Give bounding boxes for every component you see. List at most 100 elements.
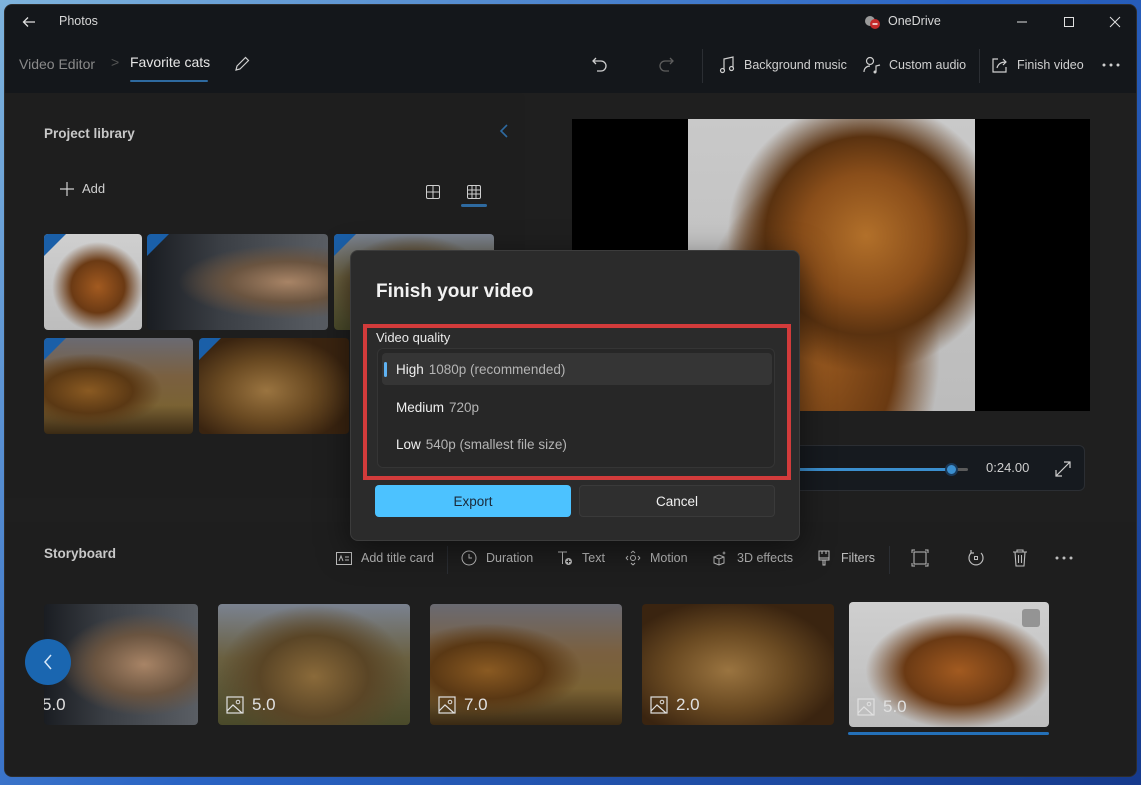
large-grid-view-icon[interactable] — [424, 183, 442, 201]
toolbar-separator — [702, 49, 703, 83]
plus-icon — [60, 181, 74, 196]
storyboard-clip[interactable]: 5.0 — [218, 604, 410, 725]
add-title-card-label: Add title card — [361, 551, 434, 565]
add-media-button[interactable]: Add — [60, 181, 105, 196]
motion-label: Motion — [650, 551, 688, 565]
clip-duration: 2.0 — [650, 695, 700, 715]
storyboard-clip[interactable]: 2.0 — [642, 604, 834, 725]
title-bar: Photos OneDrive — [5, 5, 1136, 39]
storyboard-clip-selected[interactable]: 5.0 — [849, 602, 1049, 727]
minimize-button[interactable] — [1002, 9, 1042, 35]
quality-name: Medium — [396, 399, 445, 415]
crop-icon[interactable] — [909, 547, 931, 569]
maximize-button[interactable] — [1049, 9, 1089, 35]
quality-option-high[interactable]: High 1080p (recommended) — [382, 353, 772, 385]
library-item-tiger[interactable] — [44, 234, 142, 330]
video-quality-label: Video quality — [376, 330, 451, 345]
text-button[interactable]: Text — [556, 548, 605, 568]
undo-icon[interactable] — [589, 53, 611, 75]
rotate-icon[interactable] — [965, 547, 987, 569]
add-label: Add — [82, 181, 106, 196]
add-title-card-button[interactable]: Add title card — [335, 548, 434, 568]
onedrive-label[interactable]: OneDrive — [888, 14, 941, 28]
3d-effects-label: 3D effects — [737, 551, 794, 565]
scroll-left-button[interactable] — [25, 639, 71, 685]
clip-select-checkbox[interactable] — [1022, 609, 1040, 627]
quality-description: 720p — [449, 399, 480, 415]
breadcrumb-active-indicator — [130, 80, 208, 82]
motion-icon — [624, 549, 642, 567]
quality-option-low[interactable]: Low 540p (smallest file size) — [382, 428, 772, 460]
3d-effects-button[interactable]: 3D effects — [711, 548, 793, 568]
clip-duration-value: 2.0 — [676, 695, 700, 714]
breadcrumb-video-editor[interactable]: Video Editor — [19, 56, 95, 72]
music-note-icon — [718, 56, 736, 74]
pencil-icon[interactable] — [231, 53, 253, 75]
playback-time: 0:24.00 — [986, 460, 1030, 475]
more-options-icon[interactable] — [1099, 55, 1123, 75]
breadcrumb-separator: > — [111, 54, 120, 70]
quality-description: 1080p (recommended) — [428, 361, 566, 377]
custom-audio-label: Custom audio — [889, 58, 967, 72]
library-item-cougar[interactable] — [147, 234, 328, 330]
duration-button[interactable]: Duration — [460, 548, 533, 568]
breadcrumb-project-name[interactable]: Favorite cats — [130, 54, 210, 70]
quality-name: High — [396, 361, 424, 377]
added-to-storyboard-marker — [147, 234, 169, 256]
app-title: Photos — [59, 14, 98, 28]
delete-icon[interactable] — [1009, 547, 1031, 569]
redo-icon[interactable] — [655, 53, 677, 75]
photos-window: Photos OneDrive Video Editor > Favorite … — [4, 4, 1137, 777]
clip-duration: 5.0 — [44, 695, 66, 715]
image-icon — [226, 696, 244, 714]
toolbar-separator — [889, 546, 890, 574]
seek-slider[interactable] — [796, 463, 968, 476]
clip-duration: 5.0 — [226, 695, 276, 715]
seek-thumb[interactable] — [944, 463, 958, 476]
onedrive-icon[interactable] — [863, 13, 883, 31]
quality-name: Low — [396, 436, 421, 452]
custom-audio-button[interactable]: Custom audio — [863, 51, 966, 79]
finish-video-button[interactable]: Finish video — [991, 51, 1084, 79]
filters-button[interactable]: Filters — [815, 548, 875, 568]
background-music-button[interactable]: Background music — [718, 51, 847, 79]
toolbar-separator — [447, 546, 448, 574]
more-options-icon[interactable] — [1053, 547, 1075, 569]
clip-duration-value: 5.0 — [44, 695, 66, 714]
library-item-leopard[interactable] — [199, 338, 349, 434]
close-button[interactable] — [1095, 9, 1135, 35]
fullscreen-icon[interactable] — [1053, 459, 1073, 479]
added-to-storyboard-marker — [44, 338, 66, 360]
storyboard-panel: Storyboard Add title card Duration Text … — [5, 522, 1136, 776]
back-arrow-icon[interactable] — [19, 12, 39, 32]
small-grid-view-icon[interactable] — [465, 183, 483, 201]
image-icon — [650, 696, 668, 714]
clip-duration-value: 7.0 — [464, 695, 488, 714]
added-to-storyboard-marker — [199, 338, 221, 360]
editor-toolbar: Video Editor > Favorite cats Background … — [5, 39, 1136, 93]
duration-label: Duration — [486, 551, 534, 565]
video-quality-list: High 1080p (recommended) Medium 720p Low… — [377, 348, 775, 468]
clip-duration-value: 5.0 — [883, 697, 907, 716]
export-button[interactable]: Export — [375, 485, 571, 517]
selection-indicator — [384, 362, 387, 377]
image-icon — [438, 696, 456, 714]
cube-sparkle-icon — [711, 549, 729, 567]
cancel-button[interactable]: Cancel — [579, 485, 775, 517]
project-library-title: Project library — [44, 126, 135, 141]
brush-icon — [815, 549, 833, 567]
storyboard-clip[interactable]: 7.0 — [430, 604, 622, 725]
title-card-icon — [335, 549, 353, 567]
quality-description: 540p (smallest file size) — [425, 436, 567, 452]
selected-clip-indicator — [848, 732, 1049, 735]
collapse-chevron-icon[interactable] — [495, 121, 513, 141]
chevron-left-icon — [44, 654, 52, 670]
finish-video-dialog: Finish your video Video quality High 108… — [350, 250, 800, 541]
clip-duration-value: 5.0 — [252, 695, 276, 714]
dialog-title: Finish your video — [376, 281, 534, 302]
library-item-lion[interactable] — [44, 338, 193, 434]
quality-option-medium[interactable]: Medium 720p — [382, 391, 772, 423]
active-view-indicator — [461, 204, 487, 207]
motion-button[interactable]: Motion — [624, 548, 688, 568]
clip-duration: 5.0 — [857, 697, 907, 717]
